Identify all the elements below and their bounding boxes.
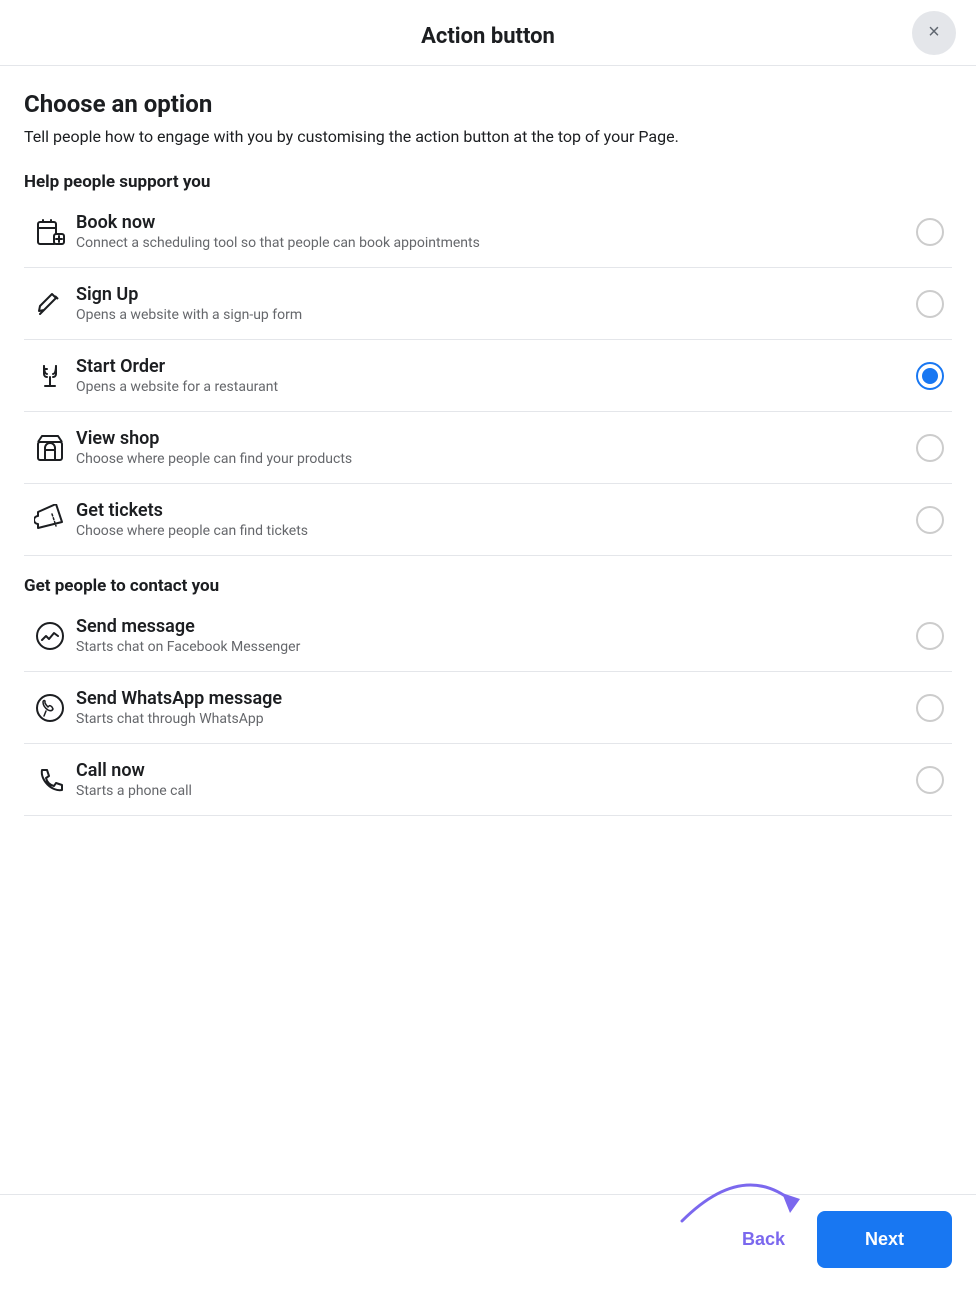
option-sign-up[interactable]: Sign Up Opens a website with a sign-up f… <box>24 268 952 340</box>
option-sign-up-text: Sign Up Opens a website with a sign-up f… <box>76 284 908 323</box>
get-tickets-icon <box>24 504 76 536</box>
option-get-tickets[interactable]: Get tickets Choose where people can find… <box>24 484 952 556</box>
option-book-now[interactable]: Book now Connect a scheduling tool so th… <box>24 196 952 268</box>
options-group1: Book now Connect a scheduling tool so th… <box>24 196 952 556</box>
radio-view-shop[interactable] <box>908 434 952 462</box>
option-view-shop[interactable]: View shop Choose where people can find y… <box>24 412 952 484</box>
radio-start-order[interactable] <box>908 362 952 390</box>
radio-whatsapp[interactable] <box>908 694 952 722</box>
option-send-message-text: Send message Starts chat on Facebook Mes… <box>76 616 908 655</box>
section-description: Tell people how to engage with you by cu… <box>24 126 952 148</box>
option-start-order[interactable]: Start Order Opens a website for a restau… <box>24 340 952 412</box>
sign-up-icon <box>24 288 76 320</box>
option-send-message[interactable]: Send message Starts chat on Facebook Mes… <box>24 600 952 672</box>
radio-call-now[interactable] <box>908 766 952 794</box>
page-title: Action button <box>421 24 555 49</box>
book-now-icon <box>24 216 76 248</box>
arrow-annotation: Back <box>722 1221 805 1258</box>
option-whatsapp[interactable]: Send WhatsApp message Starts chat throug… <box>24 672 952 744</box>
whatsapp-icon <box>24 692 76 724</box>
group1-label: Help people support you <box>24 172 952 192</box>
option-call-now-text: Call now Starts a phone call <box>76 760 908 799</box>
options-group2: Send message Starts chat on Facebook Mes… <box>24 600 952 816</box>
option-call-now[interactable]: Call now Starts a phone call <box>24 744 952 816</box>
option-get-tickets-text: Get tickets Choose where people can find… <box>76 500 908 539</box>
option-book-now-text: Book now Connect a scheduling tool so th… <box>76 212 908 251</box>
footer: Back Next <box>0 1194 976 1292</box>
radio-send-message[interactable] <box>908 622 952 650</box>
send-message-icon <box>24 620 76 652</box>
radio-sign-up[interactable] <box>908 290 952 318</box>
group2-label: Get people to contact you <box>24 576 952 596</box>
back-button[interactable]: Back <box>722 1221 805 1258</box>
start-order-icon <box>24 360 76 392</box>
main-content: Choose an option Tell people how to enga… <box>0 66 976 936</box>
radio-get-tickets[interactable] <box>908 506 952 534</box>
curved-arrow-svg <box>662 1151 822 1231</box>
section-title: Choose an option <box>24 90 952 118</box>
option-view-shop-text: View shop Choose where people can find y… <box>76 428 908 467</box>
close-button[interactable]: × <box>912 11 956 55</box>
radio-book-now[interactable] <box>908 218 952 246</box>
option-whatsapp-text: Send WhatsApp message Starts chat throug… <box>76 688 908 727</box>
next-button[interactable]: Next <box>817 1211 952 1268</box>
dialog-header: Action button × <box>0 0 976 66</box>
option-start-order-text: Start Order Opens a website for a restau… <box>76 356 908 395</box>
view-shop-icon <box>24 432 76 464</box>
call-now-icon <box>24 764 76 796</box>
